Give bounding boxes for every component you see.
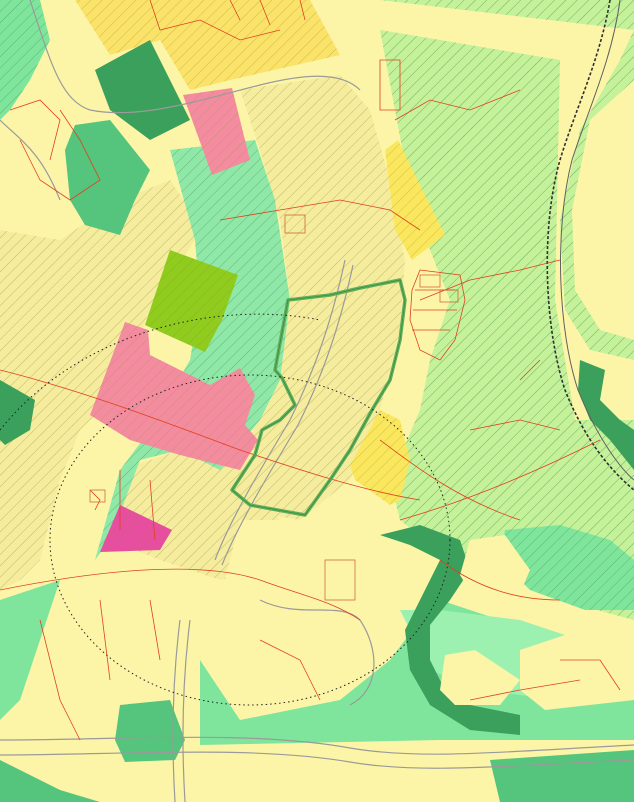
zoning-map[interactable] (0, 0, 634, 802)
